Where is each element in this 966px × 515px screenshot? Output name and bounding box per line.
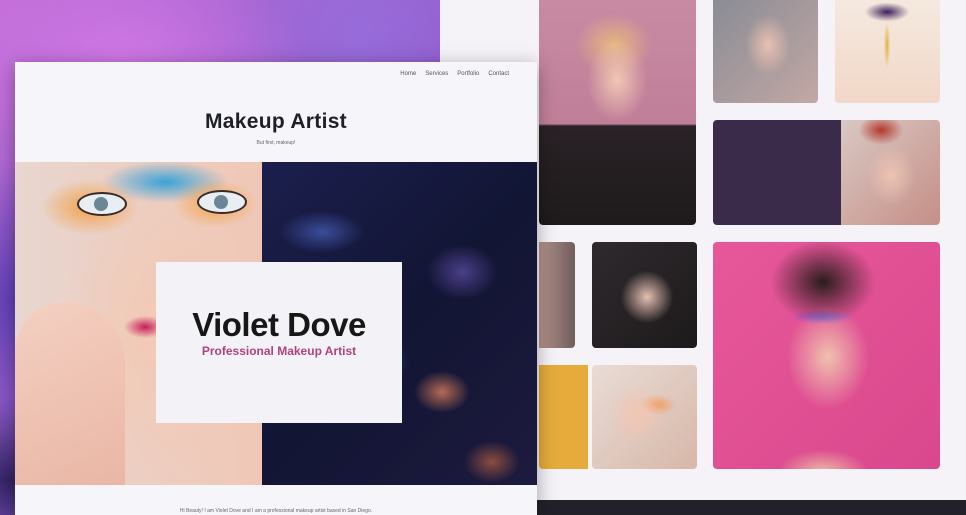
gallery-photo-pink-eye[interactable] (713, 0, 818, 103)
nav-portfolio[interactable]: Portfolio (457, 71, 479, 77)
gallery-photo-side-profile[interactable] (539, 242, 575, 348)
gallery-photo-red-dots[interactable] (841, 120, 940, 225)
intro-text: Hi Beauty! I am Violet Dove and I am a p… (179, 508, 373, 514)
eye-right (197, 190, 247, 214)
artist-role: Professional Makeup Artist (201, 344, 357, 358)
gallery-dark-panel (713, 120, 841, 225)
hero-banner: Violet Dove Professional Makeup Artist (15, 162, 537, 485)
eye-left (77, 192, 127, 216)
hand-shape (15, 302, 125, 485)
nav-services[interactable]: Services (425, 71, 448, 77)
gallery-yellow-panel (539, 365, 588, 469)
nav-home[interactable]: Home (400, 71, 416, 77)
gallery-photo-reclining[interactable] (592, 242, 697, 348)
top-nav: Home Services Portfolio Contact (400, 71, 509, 77)
site-tagline: But first, makeup! (256, 140, 296, 146)
artist-name: Violet Dove (192, 306, 366, 343)
gallery-photo-gold-lips[interactable] (835, 0, 940, 103)
gallery-photo-blonde-portrait[interactable] (539, 0, 696, 225)
gallery-photo-orange-face[interactable] (592, 365, 697, 469)
website-front-page: Home Services Portfolio Contact Makeup A… (15, 62, 537, 515)
gallery-photo-pink-portrait[interactable] (713, 242, 940, 469)
nav-contact[interactable]: Contact (488, 71, 509, 77)
hero-name-card: Violet Dove Professional Makeup Artist (156, 262, 402, 423)
site-title: Makeup Artist (205, 110, 347, 133)
